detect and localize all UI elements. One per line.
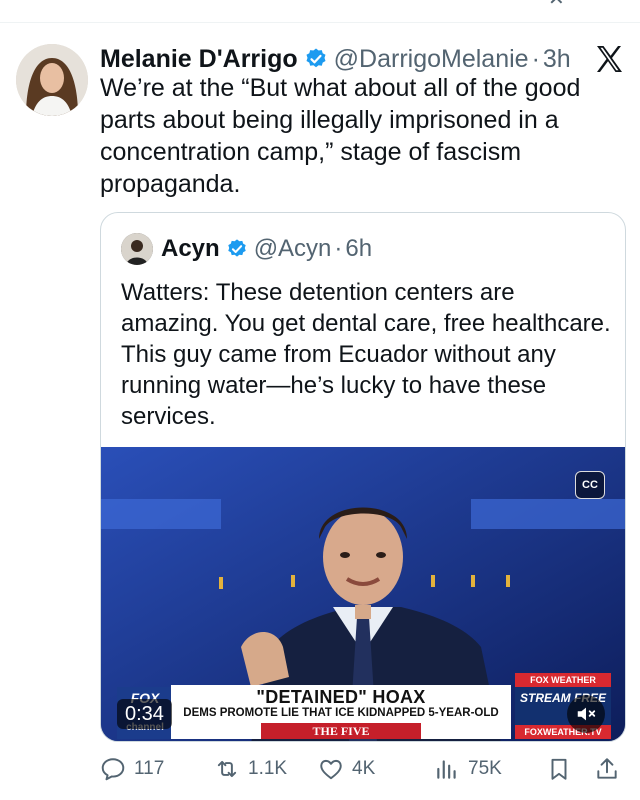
quoted-author-handle[interactable]: @Acyn [254,235,332,263]
quoted-tweet-text: Watters: These detention centers are ama… [121,279,611,430]
video-duration: 0:34 [117,699,172,729]
verified-badge-icon [304,47,328,71]
show-name: THE FIVE [261,723,421,739]
quoted-author-name[interactable]: Acyn [161,235,220,263]
quoted-author-avatar[interactable] [121,233,153,265]
news-lower-third: FOX channel "DETAINED" HOAX DEMS PROMOTE… [101,673,625,741]
reply-count: 117 [134,758,165,779]
bookmark-button[interactable] [546,754,580,784]
repost-count: 1.1K [248,758,288,779]
separator: · [334,235,343,262]
mute-icon[interactable] [567,695,605,733]
tweet-text: We’re at the “But what about all of the … [100,74,581,198]
quoted-tweet[interactable]: Acyn @Acyn · 6h Watters: These detention… [100,212,626,742]
share-icon [597,758,617,779]
quoted-tweet-header: Acyn @Acyn · 6h [161,233,372,265]
separator: · [531,44,540,73]
bookmark-icon [551,758,567,780]
author-name[interactable]: Melanie D'Arrigo [100,45,298,74]
repost-button[interactable]: 1.1K [214,754,287,784]
previous-tweet-action-row: ⌒✕ [108,0,565,14]
weather-promo-title: FOX WEATHER [515,673,611,687]
x-logo-icon[interactable] [594,44,624,74]
like-icon [320,759,342,780]
author-handle[interactable]: @DarrigoMelanie [334,45,529,74]
divider [0,22,640,23]
like-count: 4K [352,758,376,779]
verified-badge-icon [226,238,248,260]
author-avatar[interactable] [16,44,88,116]
quoted-tweet-time[interactable]: 6h [345,235,372,263]
repost-icon [217,760,237,778]
closed-captions-icon[interactable]: CC [575,471,605,499]
reply-icon [101,758,125,781]
views-button[interactable]: 75K [434,754,502,784]
tweet-header: Melanie D'Arrigo @DarrigoMelanie · 3h [100,42,571,76]
view-count: 75K [468,758,502,779]
views-icon [437,760,456,779]
reply-button[interactable]: 117 [100,754,164,784]
like-button[interactable]: 4K [318,754,375,784]
share-button[interactable] [594,754,628,784]
chyron-headline: "DETAINED" HOAX [256,687,426,707]
tweet-time[interactable]: 3h [543,45,571,74]
tweet-actions: 117 1.1K 4K 75K [100,754,626,784]
chyron-subheadline: DEMS PROMOTE LIE THAT ICE KIDNAPPED 5-YE… [183,707,499,719]
